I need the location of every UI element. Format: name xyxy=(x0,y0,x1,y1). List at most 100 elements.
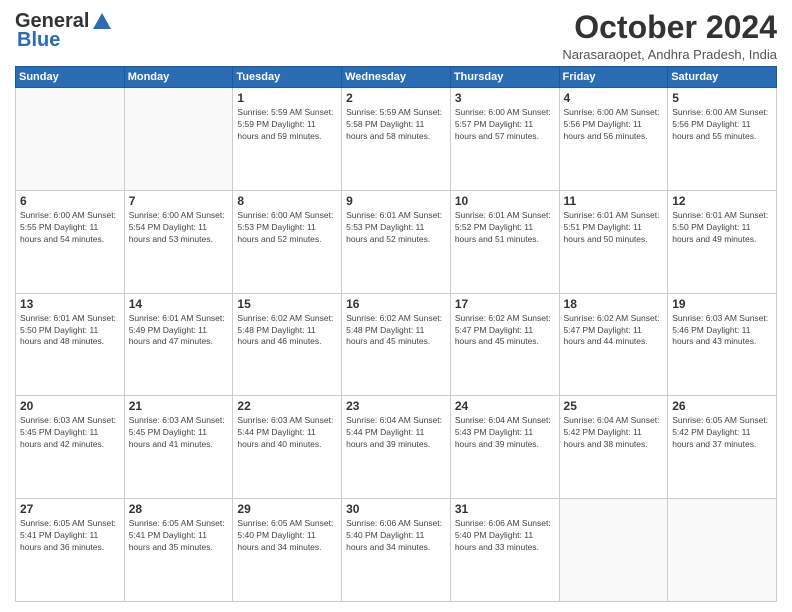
table-row: 18 Sunrise: 6:02 AM Sunset: 5:47 PM Dayli… xyxy=(559,293,668,396)
day-number: 9 xyxy=(346,194,446,208)
table-row: 12Sunrise: 6:01 AM Sunset: 5:50 PM Dayli… xyxy=(668,190,777,293)
cell-info: Sunrise: 6:05 AM Sunset: 5:41 PM Dayligh… xyxy=(129,518,229,554)
table-row: 2Sunrise: 5:59 AM Sunset: 5:58 PM Daylig… xyxy=(342,88,451,191)
cell-info: Sunrise: 6:05 AM Sunset: 5:40 PM Dayligh… xyxy=(237,518,337,554)
day-number: 24 xyxy=(455,399,555,413)
col-thursday: Thursday xyxy=(450,67,559,88)
cell-info: Sunrise: 6:04 AM Sunset: 5:43 PM Dayligh… xyxy=(455,415,555,451)
table-row: 17Sunrise: 6:02 AM Sunset: 5:47 PM Dayli… xyxy=(450,293,559,396)
day-number: 19 xyxy=(672,297,772,311)
day-number: 14 xyxy=(129,297,229,311)
table-row: 29Sunrise: 6:05 AM Sunset: 5:40 PM Dayli… xyxy=(233,499,342,602)
table-row xyxy=(559,499,668,602)
table-row: 20 Sunrise: 6:03 AM Sunset: 5:45 PM Dayli… xyxy=(16,396,125,499)
day-number: 20 xyxy=(20,399,120,413)
table-row: 23 Sunrise: 6:04 AM Sunset: 5:44 PM Dayli… xyxy=(342,396,451,499)
location: Narasaraopet, Andhra Pradesh, India xyxy=(562,47,777,62)
day-number: 30 xyxy=(346,502,446,516)
day-number: 21 xyxy=(129,399,229,413)
day-number: 26 xyxy=(672,399,772,413)
day-number: 1 xyxy=(237,91,337,105)
day-number: 28 xyxy=(129,502,229,516)
table-row: 27Sunrise: 6:05 AM Sunset: 5:41 PM Dayli… xyxy=(16,499,125,602)
table-row xyxy=(668,499,777,602)
table-row xyxy=(124,88,233,191)
table-row: 11Sunrise: 6:01 AM Sunset: 5:51 PM Dayli… xyxy=(559,190,668,293)
table-row: 26 Sunrise: 6:05 AM Sunset: 5:42 PM Dayli… xyxy=(668,396,777,499)
cell-info: Sunrise: 6:02 AM Sunset: 5:48 PM Dayligh… xyxy=(346,313,446,349)
cell-info: Sunrise: 6:02 AM Sunset: 5:47 PM Dayligh… xyxy=(564,313,664,349)
day-number: 15 xyxy=(237,297,337,311)
cell-info: Sunrise: 6:00 AM Sunset: 5:53 PM Dayligh… xyxy=(237,210,337,246)
table-row: 14Sunrise: 6:01 AM Sunset: 5:49 PM Dayli… xyxy=(124,293,233,396)
day-number: 3 xyxy=(455,91,555,105)
header: General Blue October 2024 Narasaraopet, … xyxy=(15,10,777,62)
calendar-week-row: 20 Sunrise: 6:03 AM Sunset: 5:45 PM Dayli… xyxy=(16,396,777,499)
day-number: 7 xyxy=(129,194,229,208)
cell-info: Sunrise: 6:03 AM Sunset: 5:45 PM Dayligh… xyxy=(20,415,120,451)
cell-info: Sunrise: 6:02 AM Sunset: 5:47 PM Dayligh… xyxy=(455,313,555,349)
col-sunday: Sunday xyxy=(16,67,125,88)
table-row: 8 Sunrise: 6:00 AM Sunset: 5:53 PM Daylig… xyxy=(233,190,342,293)
col-tuesday: Tuesday xyxy=(233,67,342,88)
table-row: 9 Sunrise: 6:01 AM Sunset: 5:53 PM Daylig… xyxy=(342,190,451,293)
calendar-week-row: 13Sunrise: 6:01 AM Sunset: 5:50 PM Dayli… xyxy=(16,293,777,396)
cell-info: Sunrise: 6:03 AM Sunset: 5:44 PM Dayligh… xyxy=(237,415,337,451)
calendar-week-row: 6Sunrise: 6:00 AM Sunset: 5:55 PM Daylig… xyxy=(16,190,777,293)
cell-info: Sunrise: 6:01 AM Sunset: 5:52 PM Dayligh… xyxy=(455,210,555,246)
day-number: 11 xyxy=(564,194,664,208)
page: General Blue October 2024 Narasaraopet, … xyxy=(0,0,792,612)
day-number: 6 xyxy=(20,194,120,208)
cell-info: Sunrise: 6:06 AM Sunset: 5:40 PM Dayligh… xyxy=(455,518,555,554)
col-friday: Friday xyxy=(559,67,668,88)
cell-info: Sunrise: 6:01 AM Sunset: 5:50 PM Dayligh… xyxy=(672,210,772,246)
day-number: 10 xyxy=(455,194,555,208)
logo-blue: Blue xyxy=(17,29,60,52)
day-number: 16 xyxy=(346,297,446,311)
cell-info: Sunrise: 6:06 AM Sunset: 5:40 PM Dayligh… xyxy=(346,518,446,554)
table-row: 15Sunrise: 6:02 AM Sunset: 5:48 PM Dayli… xyxy=(233,293,342,396)
table-row: 25 Sunrise: 6:04 AM Sunset: 5:42 PM Dayli… xyxy=(559,396,668,499)
calendar-table: Sunday Monday Tuesday Wednesday Thursday… xyxy=(15,66,777,602)
cell-info: Sunrise: 6:01 AM Sunset: 5:53 PM Dayligh… xyxy=(346,210,446,246)
cell-info: Sunrise: 6:00 AM Sunset: 5:57 PM Dayligh… xyxy=(455,107,555,143)
table-row: 5 Sunrise: 6:00 AM Sunset: 5:56 PM Daylig… xyxy=(668,88,777,191)
table-row: 30 Sunrise: 6:06 AM Sunset: 5:40 PM Dayli… xyxy=(342,499,451,602)
calendar-header-row: Sunday Monday Tuesday Wednesday Thursday… xyxy=(16,67,777,88)
table-row: 6Sunrise: 6:00 AM Sunset: 5:55 PM Daylig… xyxy=(16,190,125,293)
logo: General Blue xyxy=(15,10,113,52)
table-row: 16 Sunrise: 6:02 AM Sunset: 5:48 PM Dayli… xyxy=(342,293,451,396)
table-row: 24 Sunrise: 6:04 AM Sunset: 5:43 PM Dayli… xyxy=(450,396,559,499)
cell-info: Sunrise: 6:00 AM Sunset: 5:54 PM Dayligh… xyxy=(129,210,229,246)
table-row: 1Sunrise: 5:59 AM Sunset: 5:59 PM Daylig… xyxy=(233,88,342,191)
col-wednesday: Wednesday xyxy=(342,67,451,88)
day-number: 8 xyxy=(237,194,337,208)
table-row: 19 Sunrise: 6:03 AM Sunset: 5:46 PM Dayli… xyxy=(668,293,777,396)
cell-info: Sunrise: 6:01 AM Sunset: 5:50 PM Dayligh… xyxy=(20,313,120,349)
day-number: 25 xyxy=(564,399,664,413)
month-title: October 2024 xyxy=(562,10,777,45)
cell-info: Sunrise: 6:04 AM Sunset: 5:44 PM Dayligh… xyxy=(346,415,446,451)
table-row: 22 Sunrise: 6:03 AM Sunset: 5:44 PM Dayli… xyxy=(233,396,342,499)
day-number: 31 xyxy=(455,502,555,516)
day-number: 5 xyxy=(672,91,772,105)
table-row xyxy=(16,88,125,191)
day-number: 23 xyxy=(346,399,446,413)
cell-info: Sunrise: 6:00 AM Sunset: 5:56 PM Dayligh… xyxy=(672,107,772,143)
cell-info: Sunrise: 6:03 AM Sunset: 5:46 PM Dayligh… xyxy=(672,313,772,349)
table-row: 28 Sunrise: 6:05 AM Sunset: 5:41 PM Dayli… xyxy=(124,499,233,602)
cell-info: Sunrise: 6:05 AM Sunset: 5:42 PM Dayligh… xyxy=(672,415,772,451)
day-number: 4 xyxy=(564,91,664,105)
title-block: October 2024 Narasaraopet, Andhra Prades… xyxy=(562,10,777,62)
table-row: 13Sunrise: 6:01 AM Sunset: 5:50 PM Dayli… xyxy=(16,293,125,396)
table-row: 4 Sunrise: 6:00 AM Sunset: 5:56 PM Daylig… xyxy=(559,88,668,191)
table-row: 31 Sunrise: 6:06 AM Sunset: 5:40 PM Dayli… xyxy=(450,499,559,602)
day-number: 22 xyxy=(237,399,337,413)
calendar-week-row: 27Sunrise: 6:05 AM Sunset: 5:41 PM Dayli… xyxy=(16,499,777,602)
table-row: 21 Sunrise: 6:03 AM Sunset: 5:45 PM Dayli… xyxy=(124,396,233,499)
cell-info: Sunrise: 6:00 AM Sunset: 5:56 PM Dayligh… xyxy=(564,107,664,143)
day-number: 18 xyxy=(564,297,664,311)
cell-info: Sunrise: 6:03 AM Sunset: 5:45 PM Dayligh… xyxy=(129,415,229,451)
table-row: 7 Sunrise: 6:00 AM Sunset: 5:54 PM Daylig… xyxy=(124,190,233,293)
cell-info: Sunrise: 6:04 AM Sunset: 5:42 PM Dayligh… xyxy=(564,415,664,451)
